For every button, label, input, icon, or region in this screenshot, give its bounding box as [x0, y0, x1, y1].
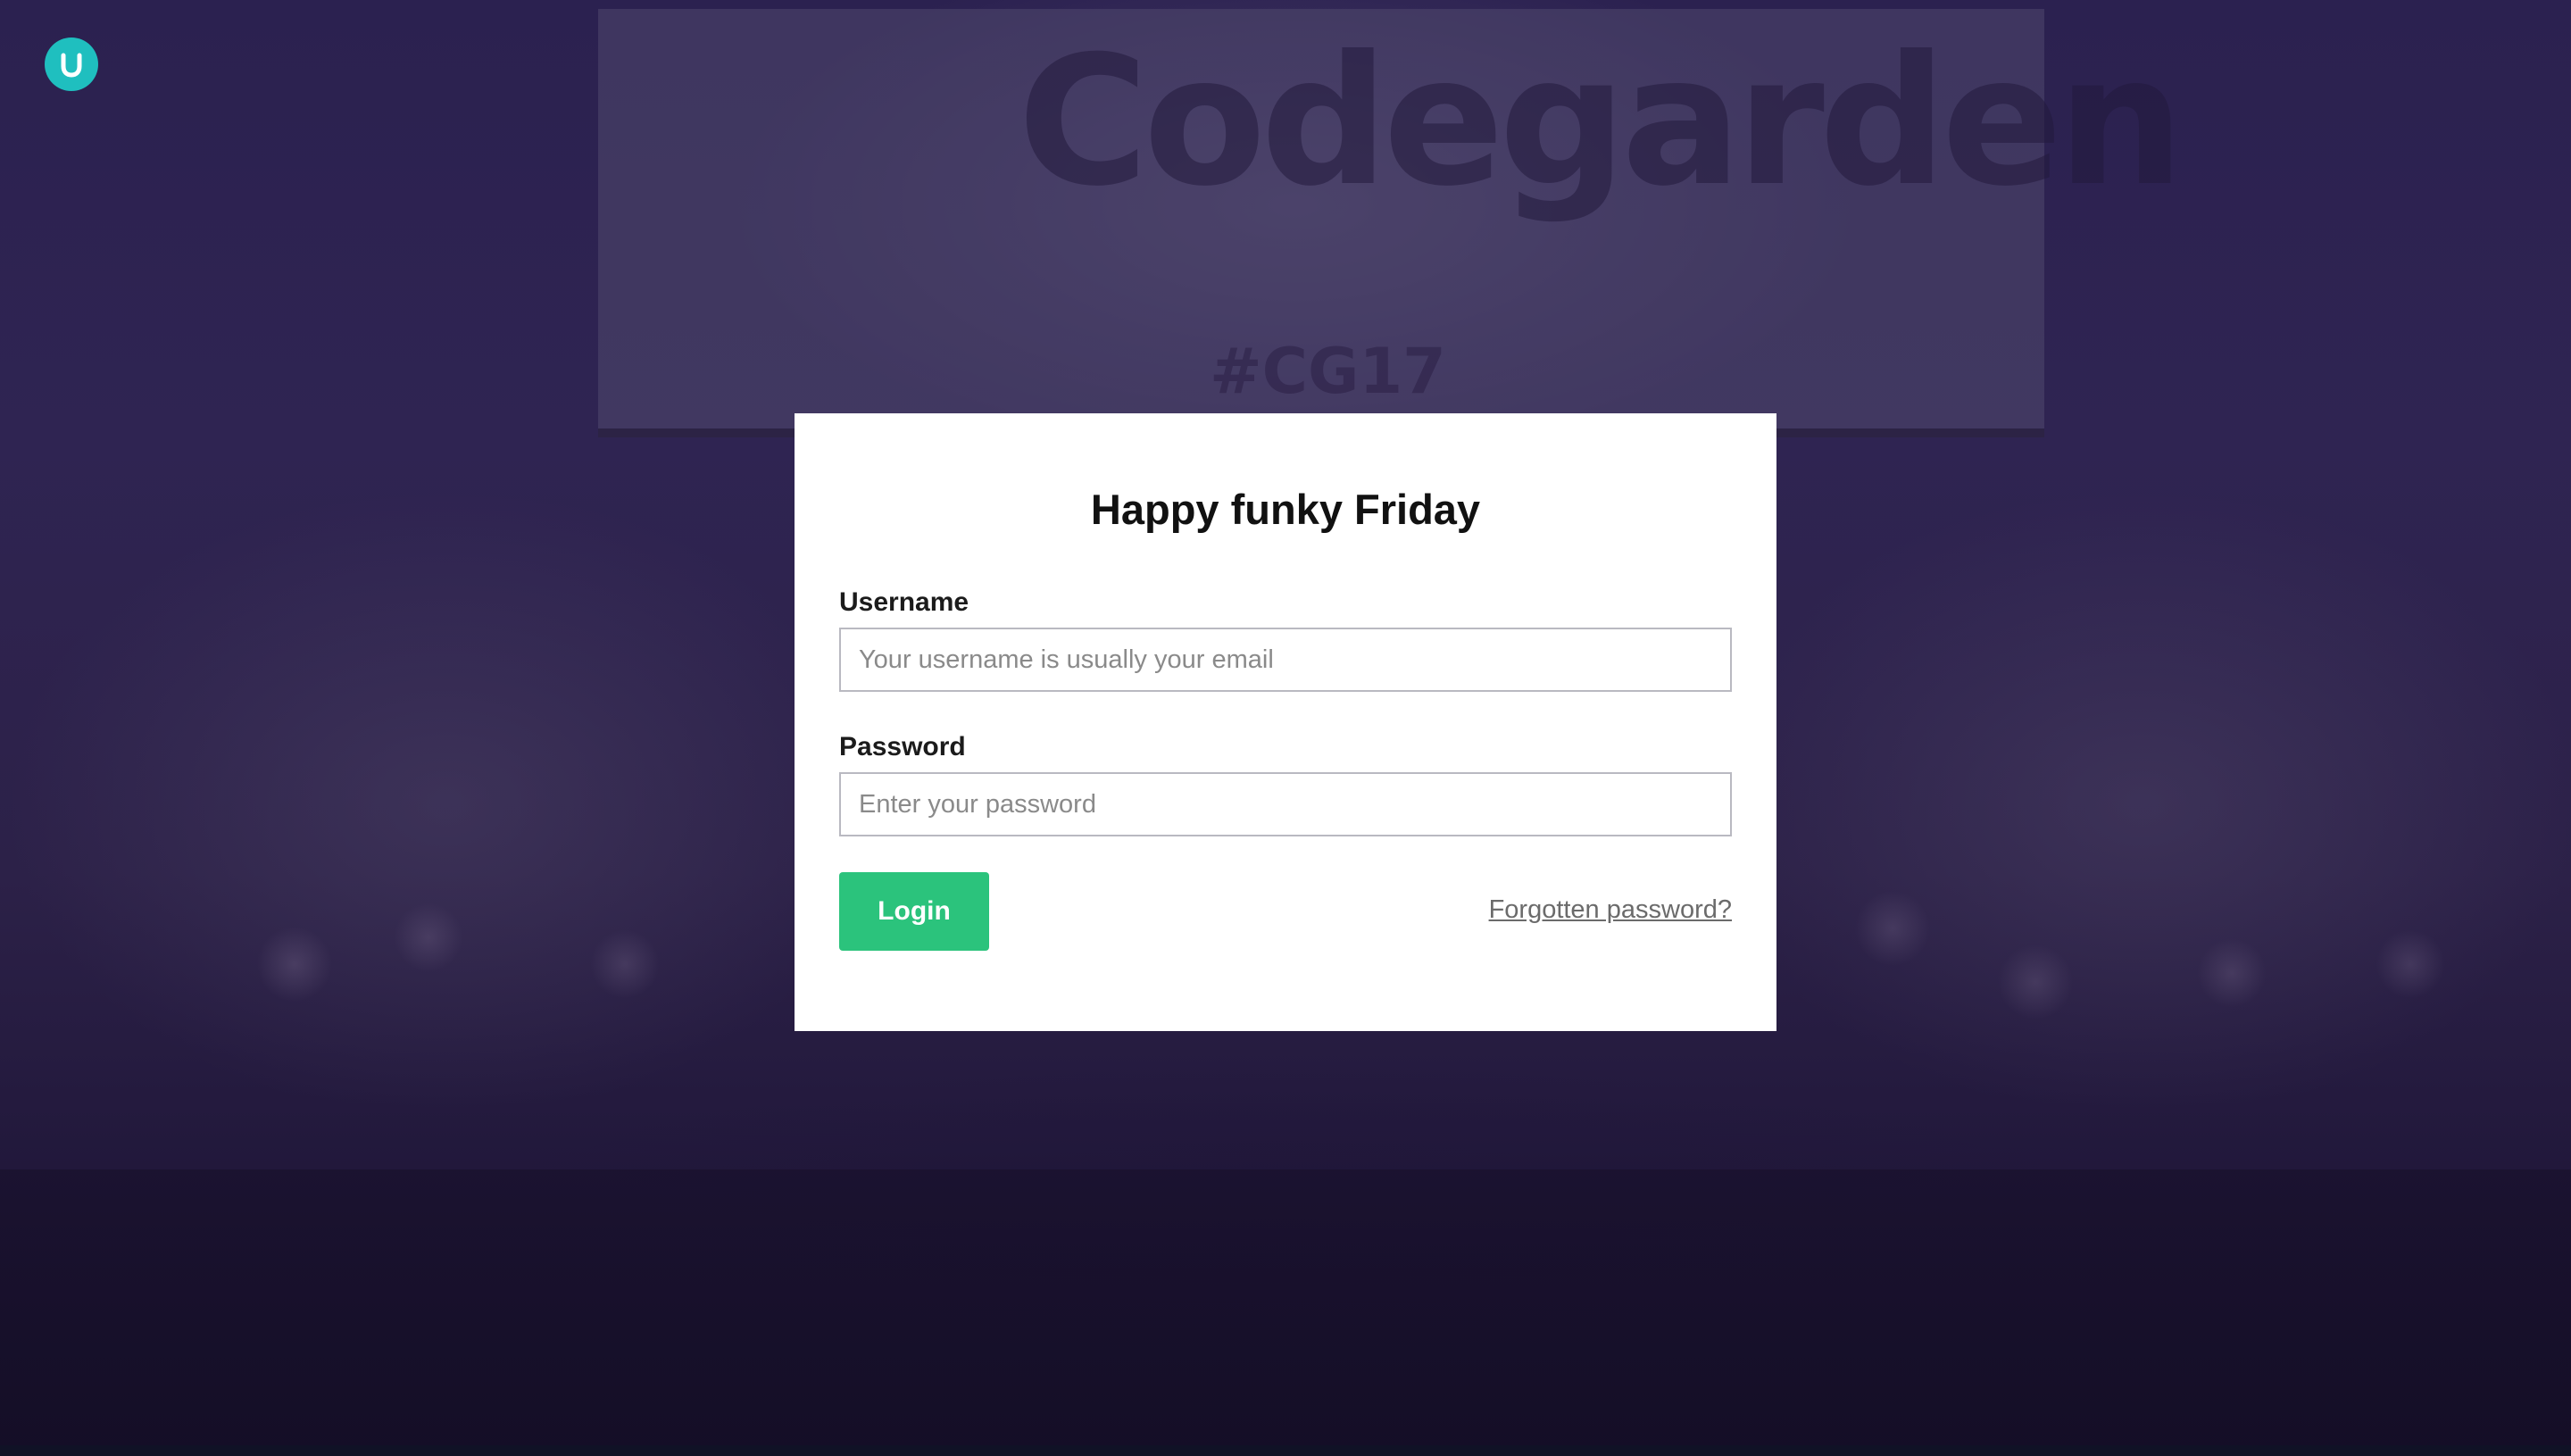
login-screen: Codegarden #CG17 Happy funky Friday User… — [0, 0, 2571, 1456]
page-title: Happy funky Friday — [1090, 486, 1481, 533]
background-stage-floor — [0, 1169, 2571, 1456]
umbraco-logo-icon[interactable] — [45, 37, 98, 91]
bottom-strip — [0, 1445, 2571, 1456]
forgotten-password-link[interactable]: Forgotten password? — [1489, 895, 1732, 925]
username-label: Username — [839, 587, 969, 617]
password-label: Password — [839, 732, 966, 761]
username-input[interactable] — [839, 628, 1732, 692]
login-button[interactable]: Login — [839, 872, 989, 951]
login-card: Happy funky Friday Username Password Log… — [795, 413, 1776, 1031]
umbraco-u-icon — [61, 53, 82, 78]
password-input[interactable] — [839, 772, 1732, 836]
banner-text: Codegarden — [1018, 18, 2184, 226]
